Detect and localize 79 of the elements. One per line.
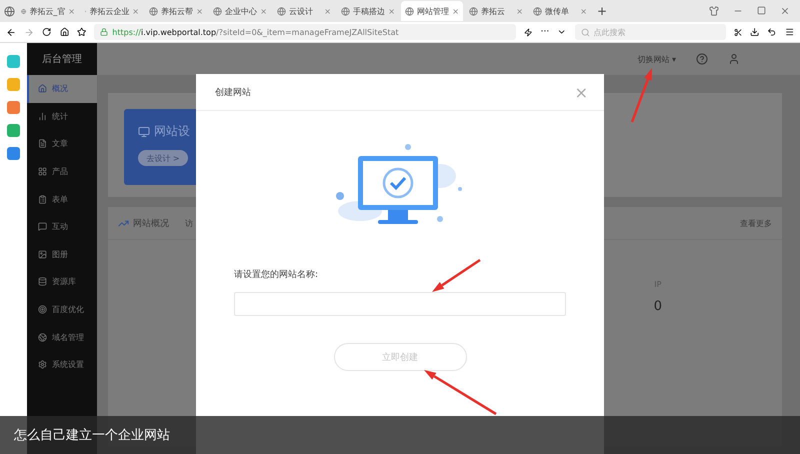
site-name-field[interactable] bbox=[234, 292, 566, 316]
annotation-arrow bbox=[630, 68, 652, 122]
user-icon[interactable] bbox=[728, 53, 740, 65]
sidebar-item[interactable]: 概况 bbox=[27, 75, 97, 103]
sidebar-item[interactable]: 图册 bbox=[27, 240, 97, 268]
browser-tab[interactable]: 养拓云_官 × bbox=[17, 1, 79, 21]
sidebar-item[interactable]: 百度优化 bbox=[27, 296, 97, 324]
tab-close-button[interactable]: × bbox=[452, 6, 459, 16]
scissors-icon[interactable] bbox=[734, 28, 742, 36]
monitor-icon bbox=[138, 126, 150, 138]
browser-tab[interactable]: 养拓云帮 × bbox=[145, 1, 207, 21]
shirt-icon[interactable] bbox=[709, 6, 719, 16]
star-icon[interactable] bbox=[77, 27, 86, 37]
undo-icon[interactable] bbox=[767, 27, 777, 37]
browser-tab[interactable]: 养拓云企业 × bbox=[81, 1, 143, 21]
tab-close-button[interactable]: × bbox=[516, 6, 523, 16]
lock-icon bbox=[100, 28, 108, 36]
sidebar-icon bbox=[38, 139, 47, 148]
annotation-arrow bbox=[432, 258, 481, 292]
sidebar-icon bbox=[38, 222, 47, 232]
lightning-icon[interactable] bbox=[524, 28, 533, 36]
search-icon bbox=[580, 28, 590, 36]
sidebar-item[interactable]: 域名管理 bbox=[27, 323, 97, 351]
download-icon[interactable] bbox=[750, 27, 760, 37]
tab-close-button[interactable]: × bbox=[324, 6, 331, 16]
sidebar-item[interactable]: 文章 bbox=[27, 130, 97, 158]
sidebar-item[interactable]: 统计 bbox=[27, 102, 97, 130]
tab-close-button[interactable]: × bbox=[196, 6, 203, 16]
dialog-title: 创建网站 bbox=[215, 86, 251, 98]
sidebar-item[interactable]: 互动 bbox=[27, 212, 97, 241]
sidebar-icon bbox=[38, 360, 47, 370]
address-field[interactable]: https://i.vip.webportal.top/?siteId=0&_item=manageFrameJZAllSiteStat bbox=[94, 24, 516, 40]
sidebar-icon bbox=[38, 332, 47, 342]
sidebar-icon bbox=[38, 194, 47, 204]
tab-close-button[interactable]: × bbox=[260, 6, 267, 16]
browser-tab[interactable]: 企业中心 × bbox=[209, 1, 271, 21]
overview-tab[interactable]: 访 bbox=[185, 218, 193, 228]
browser-tab[interactable]: 网站管理 × bbox=[401, 1, 463, 21]
browser-tab[interactable]: 手稿搭边 × bbox=[337, 1, 399, 21]
back-icon[interactable] bbox=[6, 26, 16, 38]
tab-close-button[interactable]: × bbox=[388, 6, 395, 16]
tab-close-button[interactable]: × bbox=[132, 6, 139, 16]
view-more-link[interactable]: 查看更多 bbox=[740, 218, 772, 228]
sidebar-icon bbox=[38, 84, 47, 94]
maximize-icon[interactable] bbox=[757, 6, 766, 15]
switch-site-menu[interactable]: 切换网站 ▾ bbox=[637, 54, 676, 64]
sidebar-item[interactable]: 表单 bbox=[27, 185, 97, 213]
app-shortcut-icon[interactable] bbox=[7, 124, 20, 137]
stat-value: 0 bbox=[654, 299, 662, 314]
tab-close-button[interactable]: × bbox=[68, 6, 75, 16]
design-button[interactable]: 去设计 > bbox=[138, 150, 188, 166]
new-tab-button[interactable]: + bbox=[597, 4, 608, 18]
sidebar-icon bbox=[38, 167, 47, 176]
app-shortcut-icon[interactable] bbox=[7, 147, 20, 160]
menu-icon[interactable] bbox=[784, 27, 794, 37]
overview-title: 网站概况 bbox=[133, 218, 169, 230]
browser-tab[interactable]: 云设计 × bbox=[273, 1, 335, 21]
home-icon[interactable] bbox=[60, 27, 69, 37]
close-button[interactable]: × bbox=[574, 82, 588, 102]
app-shortcut-icon[interactable] bbox=[7, 101, 20, 114]
browser-logo-icon bbox=[4, 6, 15, 16]
reload-icon[interactable] bbox=[42, 27, 52, 37]
sidebar-item[interactable]: 系统设置 bbox=[27, 350, 97, 379]
sidebar-icon bbox=[38, 250, 47, 259]
tab-close-button[interactable]: × bbox=[580, 6, 587, 16]
caption-text: 怎么自己建立一个企业网站 bbox=[14, 427, 170, 444]
sidebar-item[interactable]: 资源库 bbox=[27, 268, 97, 296]
sidebar-item[interactable]: 产品 bbox=[27, 158, 97, 186]
sidebar-icon bbox=[38, 277, 47, 286]
browser-tab[interactable]: 养拓云 × bbox=[465, 1, 527, 21]
more-button[interactable]: ··· bbox=[540, 27, 550, 37]
sidebar-icon bbox=[38, 305, 47, 314]
sidebar-title: 后台管理 bbox=[41, 52, 83, 67]
browser-tab[interactable]: 微传单 × bbox=[529, 1, 591, 21]
sidebar-icon bbox=[38, 112, 47, 121]
close-icon[interactable] bbox=[780, 6, 790, 16]
help-icon[interactable] bbox=[696, 53, 708, 65]
banner-title: 网站设 bbox=[154, 123, 190, 140]
field-label: 请设置您的网站名称: bbox=[234, 268, 320, 281]
